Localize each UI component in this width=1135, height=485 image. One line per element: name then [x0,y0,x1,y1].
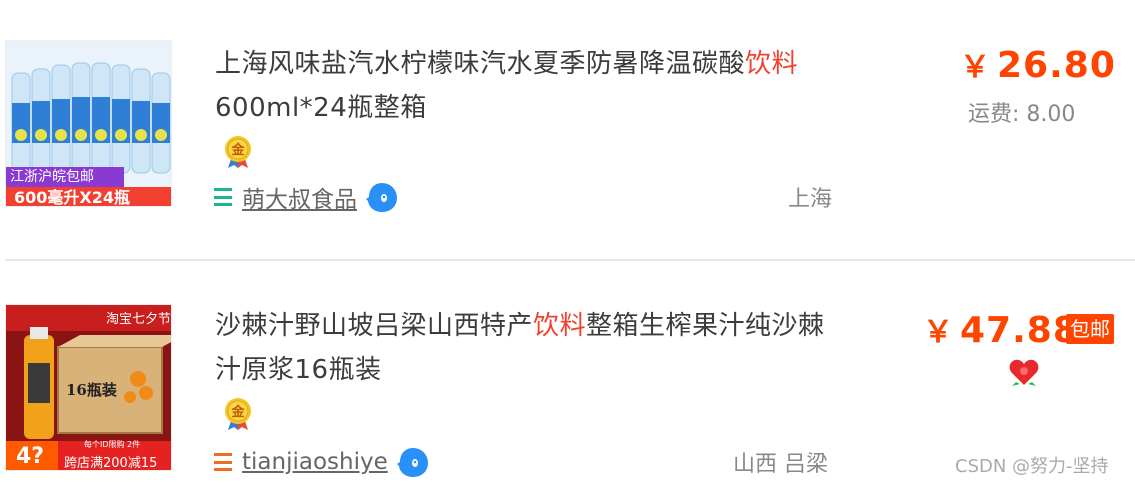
product-thumbnail[interactable]: 淘宝七夕节 16瓶装 4? 每个ID限购 2件 跨店满200减15 [5,304,172,471]
currency-symbol: ￥ [923,315,954,350]
currency-symbol: ￥ [960,50,991,85]
medal-text: 金 [230,404,245,420]
location: 上海 [788,187,833,212]
title-text-end: 600ml*24瓶整箱 [215,93,427,123]
menu-lines-icon [214,188,232,206]
shop-name-link[interactable]: tianjiaoshiye [242,449,388,475]
heart-icon [1009,359,1039,386]
product-title[interactable]: 上海风味盐汽水柠檬味汽水夏季防暑降温碳酸饮料 600ml*24瓶整箱 [215,42,840,130]
shop-row: 萌大叔食品 [214,180,399,214]
divider [5,259,1135,261]
watermark: CSDN @努力-坚持 [955,456,1109,477]
product-item-1: 江浙沪皖包邮 600毫升X24瓶 上海风味盐汽水柠檬味汽水夏季防暑降温碳酸饮料 6… [0,0,1135,258]
product-thumbnail[interactable]: 江浙沪皖包邮 600毫升X24瓶 [5,40,172,207]
thumb-box-text: 16瓶装 [66,381,117,399]
title-text: 上海风味盐汽水柠檬味汽水夏季防暑降温碳酸 [215,49,746,79]
gold-medal-icon: 金 [225,398,251,430]
title-highlight: 饮料 [533,311,587,341]
thumb-promo-note: 每个ID限购 2件 [84,440,141,449]
title-text: 沙棘汁野山坡吕梁山西特产 [215,311,534,341]
shipping-fee: 运费: 8.00 [968,102,1076,127]
price: ￥ 26.80 [960,42,1116,86]
wangwang-chat-icon[interactable] [396,445,430,479]
shop-row: tianjiaoshiye [214,445,430,479]
price: ￥ 47.88 [923,307,1079,351]
thumb-label-top: 江浙沪皖包邮 [10,169,94,185]
shop-name-link[interactable]: 萌大叔食品 [242,180,357,214]
price-value: 26.80 [997,45,1116,86]
location: 山西 吕梁 [733,452,828,477]
gold-medal-icon: 金 [225,136,251,168]
title-highlight: 饮料 [745,49,799,79]
thumb-label-top: 淘宝七夕节 [106,312,172,327]
price-value: 47.88 [960,310,1079,351]
thumb-promo-price: 4? [16,444,45,469]
menu-lines-icon [214,453,232,471]
wangwang-chat-icon[interactable] [365,180,399,214]
free-shipping-badge: 包邮 [1066,314,1114,344]
thumb-promo-text: 跨店满200减15 [64,456,158,471]
thumb-label-bottom: 600毫升X24瓶 [14,188,131,207]
product-title[interactable]: 沙棘汁野山坡吕梁山西特产饮料整箱生榨果汁纯沙棘汁原浆16瓶装 [215,304,840,392]
medal-text: 金 [230,142,245,158]
